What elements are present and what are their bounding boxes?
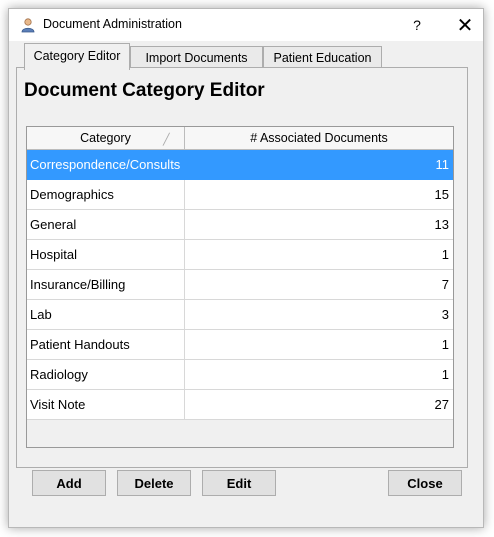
document-count-cell[interactable]: 3	[185, 300, 453, 330]
category-table: Category ╱ # Associated Documents Corres…	[26, 126, 454, 448]
category-cell[interactable]: Correspondence/Consults	[27, 150, 185, 180]
category-cell[interactable]: Radiology	[27, 360, 185, 390]
table-row[interactable]: Lab 3	[27, 300, 453, 330]
title-bar: Document Administration ? ✕	[9, 9, 483, 41]
delete-button[interactable]: Delete	[117, 470, 191, 496]
document-count-cell[interactable]: 7	[185, 270, 453, 300]
table-row[interactable]: Visit Note 27	[27, 390, 453, 420]
document-count-cell[interactable]: 13	[185, 210, 453, 240]
column-header-category[interactable]: Category ╱	[27, 127, 185, 149]
table-row[interactable]: Radiology 1	[27, 360, 453, 390]
table-row[interactable]: General 13	[27, 210, 453, 240]
window-title: Document Administration	[43, 17, 182, 31]
document-count-cell[interactable]: 1	[185, 360, 453, 390]
column-header-associated-documents[interactable]: # Associated Documents	[185, 127, 453, 149]
category-cell[interactable]: Demographics	[27, 180, 185, 210]
close-window-button[interactable]: ✕	[451, 13, 479, 37]
category-cell[interactable]: Patient Handouts	[27, 330, 185, 360]
category-cell[interactable]: Insurance/Billing	[27, 270, 185, 300]
table-row[interactable]: Correspondence/Consults 11	[27, 150, 453, 180]
category-cell[interactable]: Lab	[27, 300, 185, 330]
document-count-cell[interactable]: 15	[185, 180, 453, 210]
table-header: Category ╱ # Associated Documents	[27, 127, 453, 150]
user-icon	[21, 18, 35, 33]
table-row[interactable]: Insurance/Billing 7	[27, 270, 453, 300]
add-button[interactable]: Add	[32, 470, 106, 496]
table-row[interactable]: Hospital 1	[27, 240, 453, 270]
edit-button[interactable]: Edit	[202, 470, 276, 496]
tab-category-editor[interactable]: Category Editor	[24, 43, 130, 70]
table-row[interactable]: Patient Handouts 1	[27, 330, 453, 360]
category-cell[interactable]: Visit Note	[27, 390, 185, 420]
category-cell[interactable]: General	[27, 210, 185, 240]
tab-patient-education[interactable]: Patient Education	[263, 46, 382, 68]
column-header-category-label: Category	[80, 131, 131, 145]
page-title: Document Category Editor	[24, 80, 265, 101]
document-count-cell[interactable]: 1	[185, 240, 453, 270]
document-count-cell[interactable]: 1	[185, 330, 453, 360]
help-button[interactable]: ?	[403, 13, 431, 37]
close-button[interactable]: Close	[388, 470, 462, 496]
sort-indicator-icon: ╱	[163, 134, 170, 146]
category-cell[interactable]: Hospital	[27, 240, 185, 270]
document-count-cell[interactable]: 11	[185, 150, 453, 180]
document-count-cell[interactable]: 27	[185, 390, 453, 420]
tab-import-documents[interactable]: Import Documents	[130, 46, 263, 68]
table-row[interactable]: Demographics 15	[27, 180, 453, 210]
